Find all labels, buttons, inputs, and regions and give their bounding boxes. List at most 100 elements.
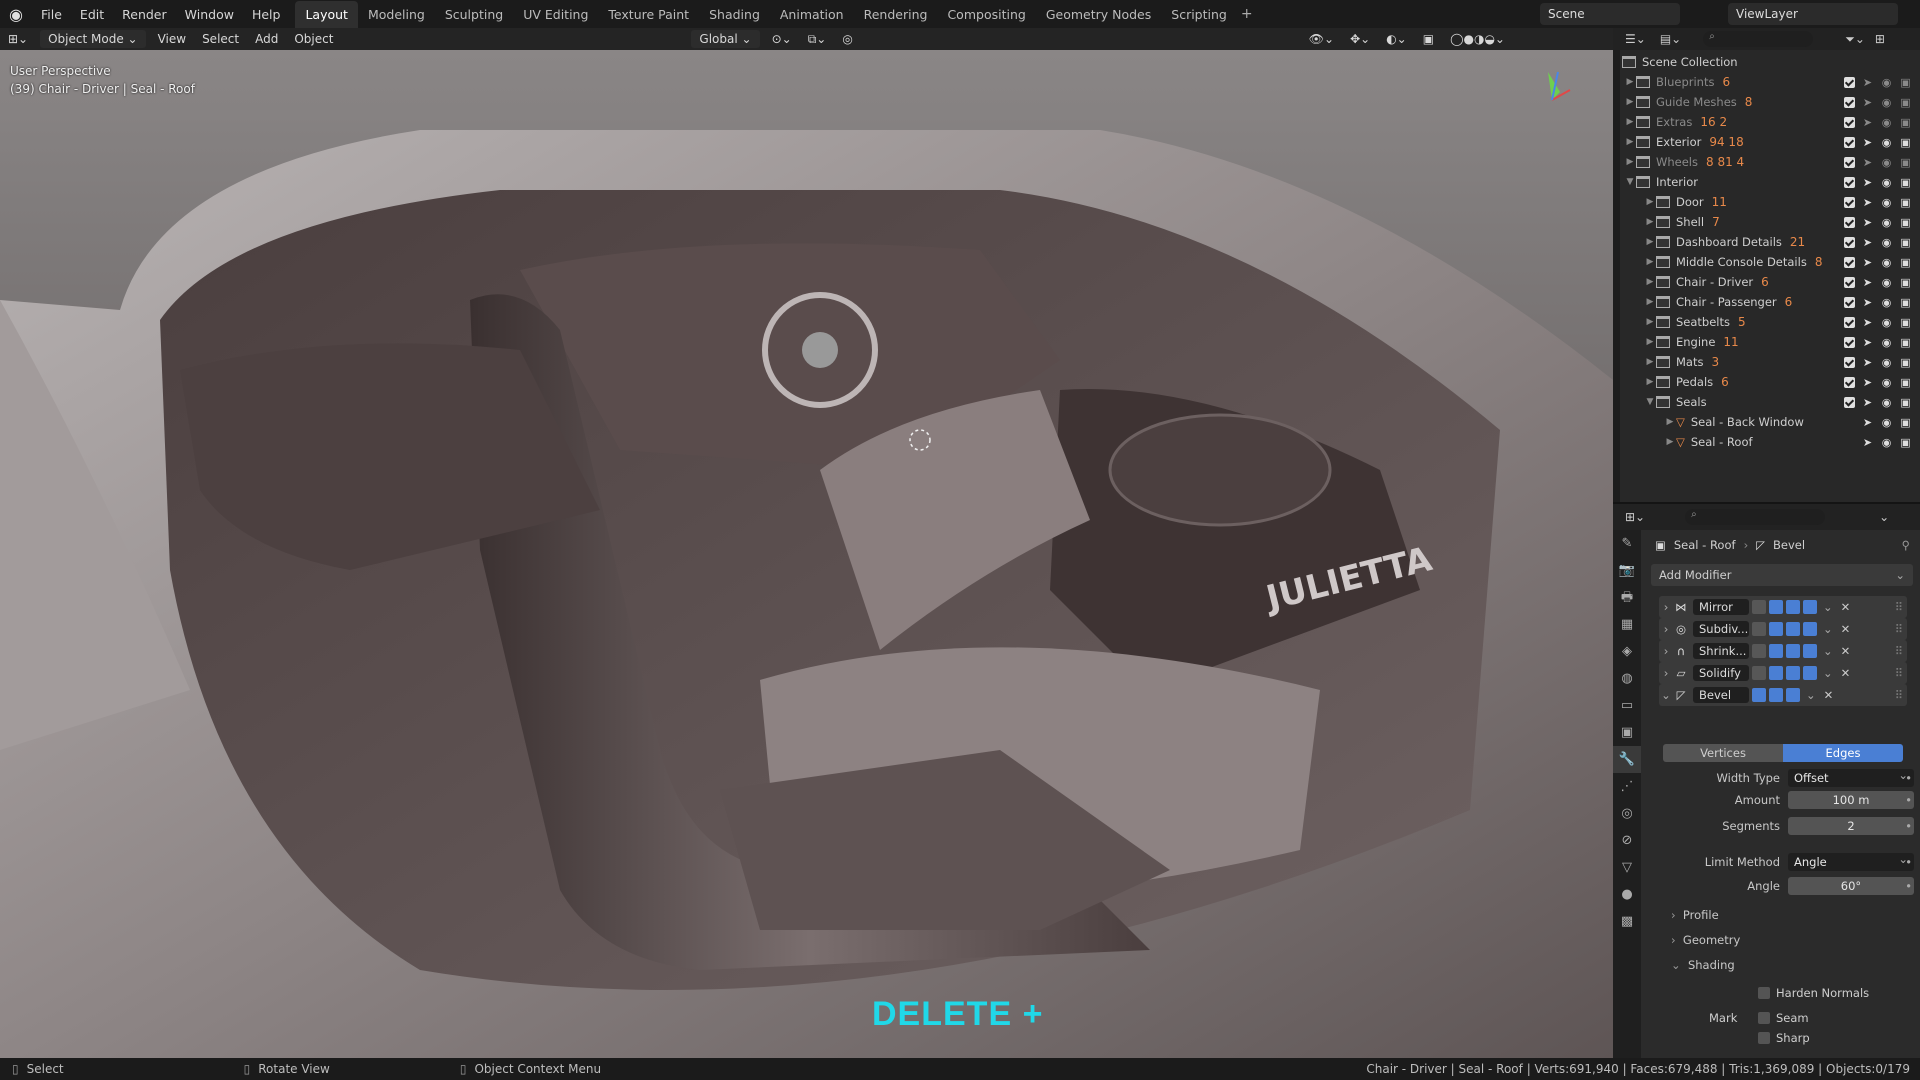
modifier-solidify[interactable]: › ▱ Solidify ⌄ ✕ ⠿ [1659, 662, 1907, 684]
chevron-right-icon[interactable]: ▶ [1644, 317, 1656, 327]
outliner-row[interactable]: ▶ Blueprints 6 ➤ ◉ ▣ [1620, 72, 1920, 92]
camera-icon[interactable]: ▣ [1899, 237, 1912, 248]
camera-icon[interactable]: ▣ [1899, 217, 1912, 228]
chevron-right-icon[interactable]: ▶ [1644, 197, 1656, 207]
menu-edit[interactable]: Edit [71, 7, 113, 22]
eye-icon[interactable]: ◉ [1880, 257, 1893, 268]
render-icon[interactable] [1803, 666, 1817, 680]
eye-icon[interactable]: ◉ [1880, 97, 1893, 108]
close-icon[interactable]: ✕ [1841, 666, 1851, 680]
chevron-right-icon[interactable]: ▶ [1624, 77, 1636, 87]
eye-icon[interactable]: ◉ [1880, 237, 1893, 248]
workspace-tab-modeling[interactable]: Modeling [358, 1, 435, 28]
cage-icon[interactable] [1752, 666, 1766, 680]
exclude-checkbox[interactable] [1844, 236, 1855, 248]
eye-icon[interactable]: ◉ [1880, 177, 1893, 188]
eye-icon[interactable]: ◉ [1880, 297, 1893, 308]
cage-icon[interactable] [1752, 644, 1766, 658]
harden-normals-row[interactable]: Harden Normals [1758, 986, 1869, 1000]
render-icon[interactable] [1803, 600, 1817, 614]
seam-row[interactable]: Seam [1758, 1011, 1809, 1025]
outliner-row[interactable]: ▶ Chair - Driver 6 ➤ ◉ ▣ [1620, 272, 1920, 292]
limit-method-dropdown[interactable]: Angle [1788, 850, 1914, 871]
select-arrow-icon[interactable]: ➤ [1861, 437, 1874, 448]
visibility-icon[interactable]: 👁⌄ [1301, 30, 1342, 48]
drag-handle-icon[interactable]: ⠿ [1895, 600, 1903, 614]
exclude-checkbox[interactable] [1844, 396, 1855, 408]
sharp-checkbox[interactable] [1758, 1032, 1770, 1044]
workspace-tab-rendering[interactable]: Rendering [854, 1, 938, 28]
profile-panel-header[interactable]: › Profile [1671, 908, 1719, 922]
exclude-checkbox[interactable] [1844, 356, 1855, 368]
camera-icon[interactable]: ▣ [1899, 357, 1912, 368]
realtime-icon[interactable] [1786, 666, 1800, 680]
outliner-row[interactable]: ▶ Seatbelts 5 ➤ ◉ ▣ [1620, 312, 1920, 332]
snap-icon[interactable]: ⧉⌄ [800, 30, 835, 48]
menu-select[interactable]: Select [194, 30, 247, 48]
menu-view[interactable]: View [150, 30, 194, 48]
menu-object[interactable]: Object [286, 30, 341, 48]
chevron-right-icon[interactable]: ▶ [1644, 337, 1656, 347]
overlay-icon[interactable]: ◐⌄ [1378, 30, 1415, 48]
exclude-checkbox[interactable] [1844, 136, 1855, 148]
camera-icon[interactable]: ▣ [1899, 337, 1912, 348]
chevron-right-icon[interactable]: ▶ [1624, 97, 1636, 107]
pin-icon[interactable]: ⚲ [1902, 538, 1910, 552]
camera-icon[interactable]: ▣ [1899, 397, 1912, 408]
scene-tab-icon[interactable]: ◈ [1613, 638, 1641, 665]
properties-editor-icon[interactable]: ⊞⌄ [1625, 510, 1645, 524]
outliner-search-input[interactable]: ⌕ [1703, 31, 1814, 47]
pivot-icon[interactable]: ⊙⌄ [764, 30, 800, 48]
workspace-tab-animation[interactable]: Animation [770, 1, 854, 28]
modifier-name-field[interactable]: Subdiv... [1693, 621, 1749, 637]
drag-handle-icon[interactable]: ⠿ [1895, 622, 1903, 636]
outliner-row[interactable]: ▶ Wheels 8 81 4 ➤ ◉ ▣ [1620, 152, 1920, 172]
exclude-checkbox[interactable] [1844, 296, 1855, 308]
eye-icon[interactable]: ◉ [1880, 137, 1893, 148]
scene-collection-row[interactable]: Scene Collection [1620, 52, 1920, 72]
chevron-right-icon[interactable]: ▶ [1644, 297, 1656, 307]
outliner-row[interactable]: ▶ ▽ Seal - Roof ➤ ◉ ▣ [1620, 432, 1920, 452]
outliner-editor-icon[interactable]: ☰⌄ [1625, 32, 1646, 46]
eye-icon[interactable]: ◉ [1880, 397, 1893, 408]
camera-icon[interactable]: ▣ [1899, 437, 1912, 448]
view-layer-tab-icon[interactable]: ▦ [1613, 611, 1641, 638]
modifier-shrink[interactable]: › ∩ Shrink... ⌄ ✕ ⠿ [1659, 640, 1907, 662]
edit-mode-icon[interactable] [1769, 644, 1783, 658]
collection-tab-icon[interactable]: ▭ [1613, 692, 1641, 719]
angle-field[interactable]: 60° [1788, 877, 1914, 895]
workspace-tab-scripting[interactable]: Scripting [1161, 1, 1237, 28]
amount-field[interactable]: 100 m [1788, 791, 1914, 809]
shading-modes-icon[interactable]: ◯●◑◒⌄ [1442, 30, 1513, 48]
chevron-right-icon[interactable]: › [1659, 600, 1673, 614]
chevron-right-icon[interactable]: ▶ [1624, 157, 1636, 167]
eye-icon[interactable]: ◉ [1880, 377, 1893, 388]
realtime-icon[interactable] [1769, 688, 1783, 702]
eye-icon[interactable]: ◉ [1880, 417, 1893, 428]
close-icon[interactable]: ✕ [1841, 600, 1851, 614]
outliner-row[interactable]: ▶ Chair - Passenger 6 ➤ ◉ ▣ [1620, 292, 1920, 312]
outliner-row[interactable]: ▶ Engine 11 ➤ ◉ ▣ [1620, 332, 1920, 352]
outliner-row[interactable]: ▶ Exterior 94 18 ➤ ◉ ▣ [1620, 132, 1920, 152]
exclude-checkbox[interactable] [1844, 216, 1855, 228]
chevron-down-icon[interactable]: ⌄ [1823, 600, 1833, 614]
tool-tab-icon[interactable]: ✎ [1613, 530, 1641, 557]
edges-tab[interactable]: Edges [1783, 744, 1903, 762]
menu-render[interactable]: Render [113, 7, 176, 22]
outliner-row[interactable]: ▶ Extras 16 2 ➤ ◉ ▣ [1620, 112, 1920, 132]
chevron-right-icon[interactable]: ▶ [1644, 237, 1656, 247]
select-arrow-icon[interactable]: ➤ [1861, 337, 1874, 348]
exclude-checkbox[interactable] [1844, 76, 1855, 88]
workspace-tab-uv-editing[interactable]: UV Editing [513, 1, 598, 28]
select-arrow-icon[interactable]: ➤ [1861, 77, 1874, 88]
workspace-tab-shading[interactable]: Shading [699, 1, 770, 28]
realtime-icon[interactable] [1786, 600, 1800, 614]
eye-icon[interactable]: ◉ [1880, 217, 1893, 228]
camera-icon[interactable]: ▣ [1899, 317, 1912, 328]
proportional-edit-icon[interactable]: ◎ [834, 30, 860, 48]
edit-mode-icon[interactable] [1752, 688, 1766, 702]
exclude-checkbox[interactable] [1844, 96, 1855, 108]
edit-mode-icon[interactable] [1769, 622, 1783, 636]
render-icon[interactable] [1786, 688, 1800, 702]
harden-normals-checkbox[interactable] [1758, 987, 1770, 999]
